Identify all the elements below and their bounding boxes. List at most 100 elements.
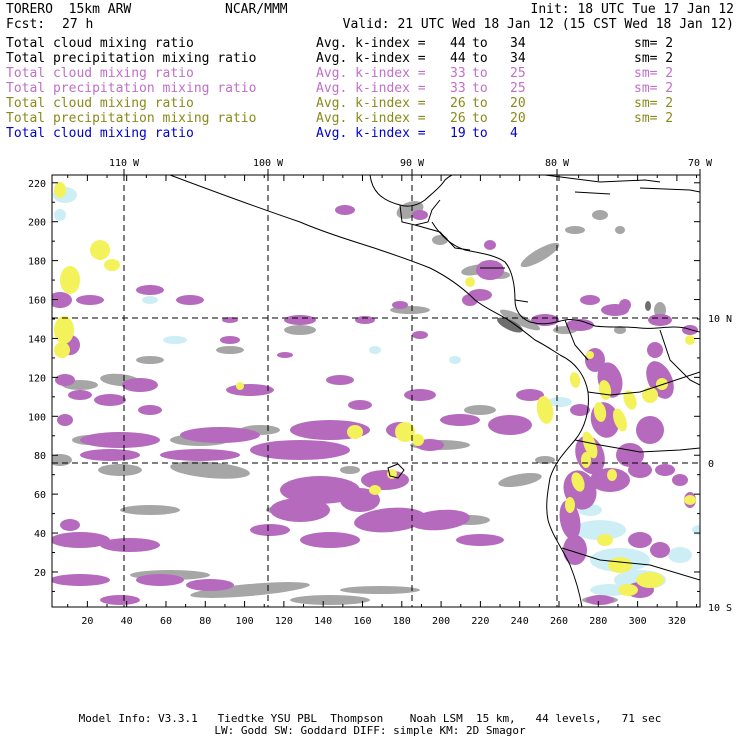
precip-yellow [618,584,638,596]
left-tick-label: 160 [28,296,46,307]
precip-purple [136,574,184,586]
cloud-light-blue [163,336,187,344]
cloud-gray [565,226,585,234]
precip-yellow [608,557,632,573]
precip-yellow [581,452,591,468]
cloud-gray [284,325,316,335]
lon-label: 110 W [109,158,140,169]
precip-purple [484,240,496,250]
cloud-gray [592,210,608,220]
cloud-gray [170,461,250,479]
cloud-light-blue [449,356,461,364]
precip-yellow [54,342,70,358]
precip-purple [456,534,504,546]
bottom-tick-label: 280 [589,616,607,627]
bottom-tick-label: 100 [236,616,254,627]
cloud-gray [520,242,560,268]
precip-purple [476,260,504,280]
precip-purple [580,295,600,305]
precip-yellow [586,351,594,359]
precip-purple [76,295,104,305]
left-tick-label: 180 [28,257,46,268]
precip-yellow [656,378,668,390]
left-tick-label: 220 [28,179,46,190]
precip-purple [80,449,140,461]
precip-purple [55,374,75,386]
left-tick-label: 40 [34,529,46,540]
bottom-tick-label: 20 [81,616,93,627]
cloud-gray [120,505,180,515]
precip-purple [250,440,350,460]
cloud-gray [340,466,360,474]
model-info-line-2: LW: Godd SW: Goddard DIFF: simple KM: 2D… [214,724,526,737]
lat-label: 10 N [708,314,732,325]
hispaniola-coast [639,187,700,193]
left-tick-label: 200 [28,218,46,229]
cloud-gray [464,405,496,415]
bottom-tick-label: 300 [629,616,647,627]
precip-purple [160,449,240,461]
bottom-tick-label: 220 [471,616,489,627]
precip-purple [682,325,698,335]
precip-purple [619,299,631,311]
jamaica-coast [574,191,611,195]
lon-label: 80 W [545,158,570,169]
precip-purple [488,415,532,435]
bottom-tick-label: 320 [668,616,686,627]
left-tick-label: 60 [34,490,46,501]
precip-purple [94,394,126,406]
precip-purple [100,595,140,605]
lat-label: 10 S [708,603,732,614]
left-tick-label: 120 [28,373,46,384]
precip-yellow [565,497,575,513]
lon-label: 90 W [400,158,425,169]
cloud-dark-core [645,301,651,311]
forecast-field-layer [52,182,700,605]
precip-yellow [369,485,381,495]
lon-label: 100 W [253,158,284,169]
precip-purple [440,414,480,426]
precip-yellow [54,182,66,198]
precip-purple [672,474,688,486]
left-tick-label: 20 [34,568,46,579]
precip-yellow [412,434,424,446]
precip-purple [270,498,330,522]
bottom-tick-label: 260 [550,616,568,627]
left-tick-label: 80 [34,451,46,462]
precip-purple [628,462,652,478]
cloud-light-blue [54,209,66,221]
precip-purple [60,519,80,531]
cloud-gray [432,235,448,245]
precip-purple [348,400,372,410]
cloud-gray [136,356,164,364]
cloud-gray [98,464,142,476]
precip-yellow [54,316,74,344]
border [514,299,529,303]
precip-purple [80,432,160,448]
bottom-tick-label: 140 [314,616,332,627]
precip-yellow [636,572,664,588]
cloud-light-blue [142,296,158,304]
precip-yellow [597,534,613,546]
precip-purple [186,579,234,591]
precip-purple [326,375,354,385]
cuba-coast [544,175,661,183]
precip-yellow [236,382,244,390]
bottom-tick-label: 200 [432,616,450,627]
precip-purple [404,389,436,401]
precip-purple [226,384,274,396]
precip-yellow [60,266,80,294]
precip-purple [648,314,672,326]
precip-purple [586,595,614,605]
precip-purple [563,535,587,565]
cloud-light-blue [369,346,381,354]
precip-yellow [607,469,617,481]
precip-purple [300,532,360,548]
precip-yellow [465,277,475,287]
precip-purple [277,352,293,358]
left-tick-label: 100 [28,412,46,423]
cloud-gray [216,346,244,354]
precip-purple [636,416,664,444]
precip-purple [531,314,559,326]
precip-purple [57,414,73,426]
